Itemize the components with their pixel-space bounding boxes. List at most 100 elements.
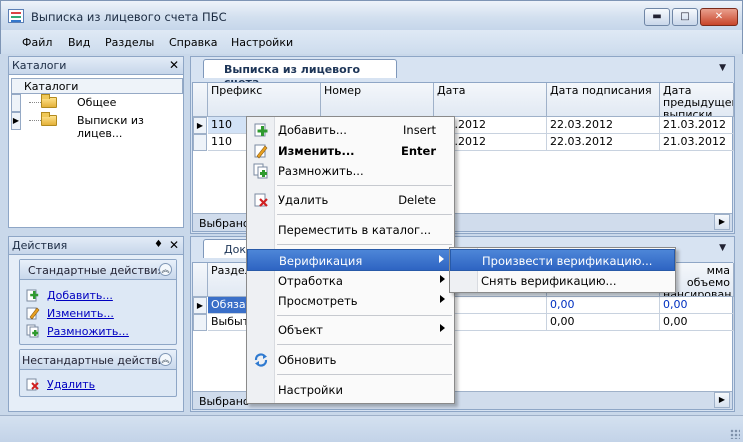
- cell-signed-date[interactable]: 22.03.2012: [547, 117, 660, 134]
- collapse-icon[interactable]: ︽: [159, 353, 172, 366]
- column-header-prev-date[interactable]: Дата предыдущей выписки: [660, 83, 734, 117]
- menu-view[interactable]: Вид: [68, 36, 90, 49]
- add-link[interactable]: Добавить...: [47, 289, 113, 302]
- catalogs-column-header[interactable]: Каталоги: [11, 78, 183, 94]
- close-button[interactable]: ✕: [700, 8, 738, 26]
- scroll-right-button[interactable]: ▶: [714, 214, 730, 230]
- nonstandard-actions-group: Нестандартные действия ︽ Удалить: [19, 349, 177, 397]
- nonstandard-actions-title: Нестандартные действия: [22, 354, 172, 367]
- column-header-date[interactable]: Дата: [434, 83, 547, 117]
- pin-icon[interactable]: ♦: [154, 239, 163, 250]
- menu-separator: [277, 244, 452, 245]
- resize-grip-icon[interactable]: [730, 429, 740, 439]
- cell-signed-date[interactable]: 22.03.2012: [547, 134, 660, 151]
- cell-c5[interactable]: 0,00: [660, 297, 734, 314]
- submenu-arrow-icon: [440, 324, 445, 332]
- add-icon: [254, 123, 268, 137]
- menu-item-label: Изменить...: [278, 144, 355, 158]
- tab-statement[interactable]: Выписка из лицевого счета ...: [203, 59, 397, 89]
- tree-line: [29, 102, 41, 103]
- row-selector[interactable]: [193, 314, 207, 331]
- row-selector-current[interactable]: ▶: [193, 117, 207, 134]
- row-selector-current[interactable]: ▶: [11, 112, 21, 130]
- cell-c4[interactable]: 0,00: [547, 297, 660, 314]
- tree-item-general[interactable]: Общее: [11, 94, 183, 112]
- menu-item-label: Обновить: [278, 353, 337, 367]
- menu-item-label: Добавить...: [278, 123, 347, 137]
- row-selector-current[interactable]: ▶: [193, 297, 207, 314]
- actions-pane-title: Действия: [12, 239, 68, 252]
- menu-item-label: Переместить в каталог...: [278, 223, 432, 237]
- close-icon[interactable]: ✕: [169, 238, 179, 252]
- menu-item-remove-verification[interactable]: Снять верификацию...: [450, 270, 675, 292]
- nonstandard-actions-header[interactable]: Нестандартные действия ︽: [20, 350, 176, 370]
- column-header-signed-date[interactable]: Дата подписания: [547, 83, 660, 117]
- menu-item-run-verification[interactable]: Произвести верификацию...: [450, 249, 675, 271]
- menu-item-copy[interactable]: Размножить...: [247, 160, 454, 182]
- selected-count-label: Выбрано: [199, 217, 250, 230]
- delete-link[interactable]: Удалить: [47, 378, 95, 391]
- row-selector[interactable]: [11, 94, 21, 112]
- menu-item-object[interactable]: Объект: [247, 319, 454, 341]
- folder-icon: [41, 94, 57, 108]
- catalogs-pane-header: Каталоги ✕: [9, 57, 183, 75]
- menu-item-delete[interactable]: Удалить Delete: [247, 189, 454, 211]
- delete-icon: [26, 378, 39, 391]
- cell-c5[interactable]: 0,00: [660, 314, 734, 331]
- menu-item-add[interactable]: Добавить... Insert: [247, 119, 454, 141]
- submenu-arrow-icon: [440, 295, 445, 303]
- context-menu: Добавить... Insert Изменить... Enter Раз…: [246, 116, 455, 404]
- refresh-icon: [254, 353, 268, 367]
- cell-c4[interactable]: 0,00: [547, 314, 660, 331]
- status-bar: [0, 415, 743, 442]
- submenu-arrow-icon: [439, 255, 444, 263]
- catalogs-pane: Каталоги ✕ Каталоги Общее ▶ Выписки из л…: [8, 56, 184, 228]
- edit-link[interactable]: Изменить...: [47, 307, 114, 320]
- chevron-down-icon[interactable]: ▼: [719, 63, 726, 73]
- row-selector[interactable]: [193, 134, 207, 151]
- menu-settings[interactable]: Настройки: [231, 36, 293, 49]
- menu-item-label: Произвести верификацию...: [482, 254, 653, 268]
- maximize-button[interactable]: □: [672, 8, 698, 26]
- submenu-arrow-icon: [440, 275, 445, 283]
- menu-separator: [277, 185, 452, 186]
- add-icon: [26, 289, 39, 302]
- menu-item-settings[interactable]: Настройки: [247, 379, 454, 401]
- tree-item-statements[interactable]: ▶ Выписки из лицев...: [11, 112, 183, 140]
- actions-pane-header: Действия ♦ ✕: [9, 237, 183, 255]
- cell-prev-date[interactable]: 21.03.2012: [660, 134, 734, 151]
- selected-count-label: Выбрано: [199, 395, 250, 408]
- menu-item-processing[interactable]: Отработка: [247, 270, 454, 292]
- menu-item-shortcut: Insert: [403, 123, 436, 137]
- scroll-right-button[interactable]: ▶: [714, 392, 730, 408]
- menu-separator: [277, 214, 452, 215]
- menu-item-label: Удалить: [278, 193, 329, 207]
- menu-item-refresh[interactable]: Обновить: [247, 349, 454, 371]
- catalogs-column-label: Каталоги: [24, 80, 79, 93]
- tree-line: [29, 120, 41, 121]
- menu-separator: [277, 344, 452, 345]
- cell-prev-date[interactable]: 21.03.2012: [660, 117, 734, 134]
- delete-icon: [254, 193, 268, 207]
- menu-item-label: Объект: [278, 323, 323, 337]
- menu-file[interactable]: Файл: [22, 36, 52, 49]
- minimize-button[interactable]: ▬: [644, 8, 670, 26]
- menu-item-move-to-catalog[interactable]: Переместить в каталог...: [247, 219, 454, 241]
- tree-item-label: Выписки из лицев...: [77, 114, 144, 140]
- menu-item-shortcut: Delete: [398, 193, 436, 207]
- column-header-prefix[interactable]: Префикс: [208, 83, 321, 117]
- chevron-down-icon[interactable]: ▼: [719, 243, 726, 253]
- menu-item-label: Снять верификацию...: [481, 274, 617, 288]
- menu-sections[interactable]: Разделы: [105, 36, 154, 49]
- menu-item-verification[interactable]: Верификация: [247, 249, 454, 271]
- collapse-icon[interactable]: ︽: [159, 263, 172, 276]
- menu-item-label: Отработка: [278, 274, 343, 288]
- copy-link[interactable]: Размножить...: [47, 325, 129, 338]
- standard-actions-header[interactable]: Стандартные действия ︽: [20, 260, 176, 280]
- column-header-number[interactable]: Номер: [321, 83, 434, 117]
- menu-item-view[interactable]: Просмотреть: [247, 290, 454, 312]
- close-icon[interactable]: ✕: [169, 58, 179, 72]
- menu-help[interactable]: Справка: [169, 36, 217, 49]
- menu-item-label: Просмотреть: [278, 294, 358, 308]
- menu-item-edit[interactable]: Изменить... Enter: [247, 140, 454, 162]
